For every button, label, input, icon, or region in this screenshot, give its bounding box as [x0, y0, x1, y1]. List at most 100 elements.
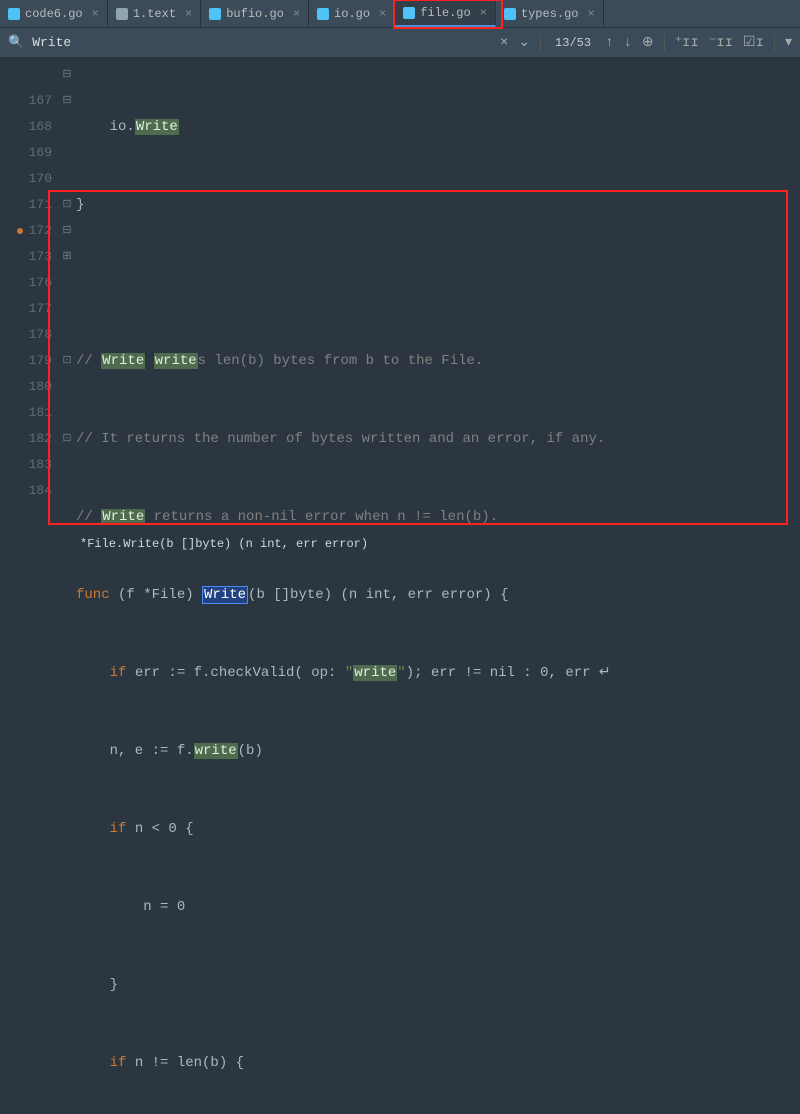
code-line[interactable]: // It returns the number of bytes writte…	[76, 426, 800, 452]
tab-types[interactable]: types.go ×	[496, 0, 604, 27]
fold-marker[interactable]: ⊡	[58, 348, 76, 374]
pin-icon[interactable]: ⊕	[642, 34, 654, 51]
search-match: Write	[135, 119, 179, 135]
tab-io[interactable]: io.go ×	[309, 0, 395, 27]
tab-label: code6.go	[25, 7, 83, 21]
line-number: 179	[0, 348, 58, 374]
separator	[774, 34, 775, 52]
close-icon[interactable]: ×	[379, 7, 386, 21]
fold-marker[interactable]: ⊞	[58, 244, 76, 270]
gutter: 167 168 169 170 171 172 173 176 177 178 …	[0, 58, 58, 557]
breadcrumb-hint: *File.Write(b []byte) (n int, err error)	[80, 537, 368, 551]
tab-bufio[interactable]: bufio.go ×	[201, 0, 309, 27]
find-toolbar: 🔍 × ⌄ 13/53 ↑ ↓ ⊕ ⁺ɪɪ ⁻ɪɪ ☑ɪ ▾	[0, 28, 800, 58]
tab-1text[interactable]: 1.text ×	[108, 0, 201, 27]
search-match: write	[353, 665, 397, 681]
fold-column: ⊟ ⊟ ⊡ ⊟ ⊞ ⊡ ⊡	[58, 58, 76, 557]
tab-code6[interactable]: code6.go ×	[0, 0, 108, 27]
line-number: 168	[0, 114, 58, 140]
add-selection-icon[interactable]: ⁺ɪɪ	[675, 34, 699, 51]
fold-marker	[58, 140, 76, 166]
text-file-icon	[116, 8, 128, 20]
code-line[interactable]: }	[76, 192, 800, 218]
search-match: Write	[101, 509, 145, 525]
close-search-icon[interactable]: ×	[500, 35, 508, 51]
search-icon: 🔍	[8, 35, 24, 50]
fold-marker[interactable]: ⊡	[58, 426, 76, 452]
code-line[interactable]: if err := f.checkValid( op: "write"); er…	[76, 660, 800, 686]
go-file-icon	[317, 8, 329, 20]
close-icon[interactable]: ×	[92, 7, 99, 21]
fold-marker[interactable]: ⊡	[58, 192, 76, 218]
line-number: 172	[0, 218, 58, 244]
line-number: 180	[0, 374, 58, 400]
code-line[interactable]: n, e := f.write(b)	[76, 738, 800, 764]
tab-bar: code6.go × 1.text × bufio.go × io.go × f…	[0, 0, 800, 28]
editor[interactable]: 167 168 169 170 171 172 173 176 177 178 …	[0, 58, 800, 557]
fold-marker[interactable]: ⊟	[58, 88, 76, 114]
tab-file[interactable]: file.go ×	[395, 0, 496, 27]
line-number: 177	[0, 296, 58, 322]
line-number: 173	[0, 244, 58, 270]
tab-label: io.go	[334, 7, 370, 21]
filter-icon[interactable]: ▾	[785, 34, 792, 51]
fold-marker	[58, 270, 76, 296]
tab-label: types.go	[521, 7, 579, 21]
search-match: write	[194, 743, 238, 759]
fold-marker	[58, 322, 76, 348]
line-number: 184	[0, 478, 58, 504]
separator	[540, 34, 541, 52]
close-icon[interactable]: ×	[293, 7, 300, 21]
fold-marker	[58, 166, 76, 192]
line-number: 170	[0, 166, 58, 192]
search-input[interactable]	[32, 35, 302, 50]
code-line[interactable]: // Write returns a non-nil error when n …	[76, 504, 800, 530]
match-count: 13/53	[555, 36, 591, 50]
line-number: 182	[0, 426, 58, 452]
code-line[interactable]: // Write writes len(b) bytes from b to t…	[76, 348, 800, 374]
select-all-icon[interactable]: ☑ɪ	[743, 34, 764, 51]
tab-label: bufio.go	[226, 7, 284, 21]
code-line[interactable]: }	[76, 972, 800, 998]
code-line[interactable]: if n != len(b) {	[76, 1050, 800, 1076]
go-file-icon	[8, 8, 20, 20]
tab-label: file.go	[420, 6, 470, 20]
line-number: 176	[0, 270, 58, 296]
line-number: 178	[0, 322, 58, 348]
fold-marker	[58, 374, 76, 400]
go-file-icon	[209, 8, 221, 20]
chevron-down-icon[interactable]: ⌄	[518, 34, 530, 51]
go-file-icon	[504, 8, 516, 20]
fold-marker	[58, 296, 76, 322]
line-number: 183	[0, 452, 58, 478]
fold-marker	[58, 478, 76, 504]
code-line[interactable]: func (f *File) Write(b []byte) (n int, e…	[76, 582, 800, 608]
line-number: 167	[0, 88, 58, 114]
tab-label: 1.text	[133, 7, 176, 21]
line-number: 171	[0, 192, 58, 218]
close-icon[interactable]: ×	[480, 6, 487, 20]
fold-marker[interactable]: ⊟	[58, 218, 76, 244]
code-line[interactable]: io.Write	[76, 114, 800, 140]
code-line[interactable]	[76, 270, 800, 296]
prev-match-icon[interactable]: ↑	[605, 35, 613, 51]
search-match: write	[154, 353, 198, 369]
code-line[interactable]: n = 0	[76, 894, 800, 920]
line-number	[0, 62, 58, 88]
search-match-current: Write	[202, 586, 248, 604]
fold-marker	[58, 400, 76, 426]
close-icon[interactable]: ×	[185, 7, 192, 21]
remove-selection-icon[interactable]: ⁻ɪɪ	[709, 34, 733, 51]
line-number: 181	[0, 400, 58, 426]
fold-marker[interactable]: ⊟	[58, 62, 76, 88]
go-file-icon	[403, 7, 415, 19]
fold-marker	[58, 114, 76, 140]
line-number: 169	[0, 140, 58, 166]
next-match-icon[interactable]: ↓	[623, 35, 631, 51]
close-icon[interactable]: ×	[588, 7, 595, 21]
search-match: Write	[101, 353, 145, 369]
code-line[interactable]: if n < 0 {	[76, 816, 800, 842]
fold-marker	[58, 452, 76, 478]
code-area[interactable]: io.Write } // Write writes len(b) bytes …	[76, 58, 800, 557]
separator	[664, 34, 665, 52]
